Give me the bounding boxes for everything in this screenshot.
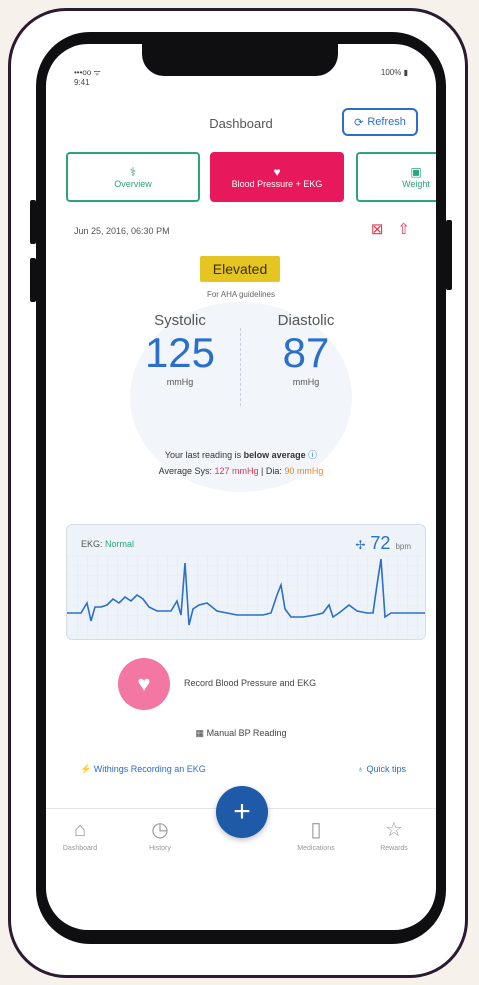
record-label[interactable]: Record Blood Pressure and EKG: [184, 678, 316, 688]
phone-notch: [142, 44, 338, 76]
comparison-emphasis: below average: [243, 450, 306, 460]
refresh-button[interactable]: ⟳ Refresh: [342, 108, 418, 136]
ekg-status: Normal: [105, 539, 135, 549]
plus-icon: +: [233, 795, 251, 828]
battery-icon: ▮: [403, 68, 408, 77]
ekg-recording-link-label: Withings Recording an EKG: [93, 764, 206, 774]
average-text: Average Sys: 127 mmHg | Dia: 90 mmHg: [46, 466, 436, 476]
average-separator: |: [258, 466, 266, 476]
app-screen: •••oo ᯤ 9:41 100% ▮ Dashboard ⟳ Refresh …: [46, 44, 436, 930]
nav-medications[interactable]: ▯ Medications: [286, 819, 346, 852]
clock-icon: ◷: [151, 819, 169, 841]
ekg-label-text: EKG:: [81, 539, 106, 549]
add-button[interactable]: +: [216, 786, 268, 838]
reading-actions: ⊠ ⇧: [371, 220, 410, 238]
nav-rewards[interactable]: ☆ Rewards: [364, 819, 424, 852]
pulse-icon: ⚡: [80, 764, 92, 774]
systolic-reading: Systolic 125 mmHg: [120, 312, 240, 387]
average-sys-label: Average Sys:: [158, 466, 215, 476]
classification-badge: Elevated: [200, 256, 280, 282]
comparison-text: Your last reading is below average ⓘ: [46, 448, 436, 461]
power-button: [446, 220, 452, 290]
average-dia-value: 90 mmHg: [284, 466, 324, 476]
quick-tips-link[interactable]: ♁ Quick tips: [357, 764, 406, 774]
diastolic-label: Diastolic: [277, 312, 335, 329]
pill-bottle-icon: ▯: [310, 819, 322, 841]
comparison-prefix: Your last reading is: [164, 450, 244, 460]
systolic-label: Systolic: [154, 312, 206, 329]
heart-icon: ♥: [273, 165, 281, 179]
heart-rate-icon: ✢: [355, 538, 366, 552]
nav-rewards-label: Rewards: [380, 845, 408, 852]
average-sys-value: 127 mmHg: [214, 466, 259, 476]
status-bar-right: 100% ▮: [381, 68, 408, 77]
diastolic-unit: mmHg: [292, 377, 320, 387]
heart-pulse-icon: ♥: [137, 671, 151, 696]
volume-down-button: [30, 258, 36, 302]
tab-blood-pressure-ekg[interactable]: ♥ Blood Pressure + EKG: [210, 152, 344, 202]
reading-date: Jun 25, 2016, 06:30 PM: [74, 226, 170, 236]
tab-weight-label: Weight: [402, 179, 430, 189]
carrier-signal: •••oo ᯤ: [74, 68, 101, 77]
volume-up-button: [30, 200, 36, 244]
scale-icon: ▣: [410, 165, 422, 179]
manual-bp-button[interactable]: ▦ Manual BP Reading: [46, 728, 436, 739]
manual-bp-label: Manual BP Reading: [206, 728, 287, 738]
guideline-note: For AHA guidelines: [206, 290, 276, 299]
delete-icon[interactable]: ⊠: [371, 220, 384, 238]
cuff-icon: ▦: [195, 728, 205, 738]
nav-history[interactable]: ◷ History: [130, 819, 190, 852]
nav-dashboard[interactable]: ⌂ Dashboard: [50, 819, 110, 852]
ekg-recording-link[interactable]: ⚡ Withings Recording an EKG: [80, 764, 206, 775]
diastolic-reading: Diastolic 87 mmHg: [246, 312, 366, 387]
nav-dashboard-label: Dashboard: [62, 845, 98, 852]
refresh-label: Refresh: [367, 116, 406, 128]
bp-divider: [240, 328, 241, 406]
record-bp-ekg-button[interactable]: ♥: [118, 658, 170, 710]
diastolic-value: 87: [282, 329, 330, 376]
lightbulb-icon: ♁: [357, 764, 364, 774]
nav-medications-label: Medications: [297, 845, 335, 852]
ekg-label: EKG: Normal: [81, 539, 134, 549]
nav-history-label: History: [149, 845, 171, 852]
systolic-unit: mmHg: [166, 377, 194, 387]
star-icon: ☆: [385, 819, 403, 841]
home-icon: ⌂: [73, 819, 87, 841]
status-bar-left: •••oo ᯤ 9:41: [74, 68, 101, 88]
tab-bp-label: Blood Pressure + EKG: [231, 179, 323, 189]
average-dia-label: Dia:: [265, 466, 285, 476]
systolic-value: 125: [144, 329, 216, 376]
refresh-icon: ⟳: [354, 116, 364, 129]
heart-rate-unit: bpm: [395, 542, 411, 551]
heart-rate: ✢ 72 bpm: [355, 533, 411, 554]
heart-rate-value: 72: [370, 533, 391, 553]
status-time: 9:41: [74, 78, 90, 87]
tab-overview-label: Overview: [114, 179, 152, 189]
stethoscope-icon: ⚕: [129, 165, 137, 179]
info-icon[interactable]: ⓘ: [308, 450, 317, 460]
ekg-card[interactable]: EKG: Normal ✢ 72 bpm: [66, 524, 426, 640]
quick-tips-link-label: Quick tips: [366, 764, 406, 774]
share-icon[interactable]: ⇧: [397, 220, 410, 238]
tab-overview[interactable]: ⚕ Overview: [66, 152, 200, 202]
category-tabs: ⚕ Overview ♥ Blood Pressure + EKG ▣ Weig…: [66, 152, 436, 202]
ekg-waveform: [67, 555, 425, 639]
battery-level: 100%: [380, 68, 402, 77]
tab-weight[interactable]: ▣ Weight: [356, 152, 436, 202]
